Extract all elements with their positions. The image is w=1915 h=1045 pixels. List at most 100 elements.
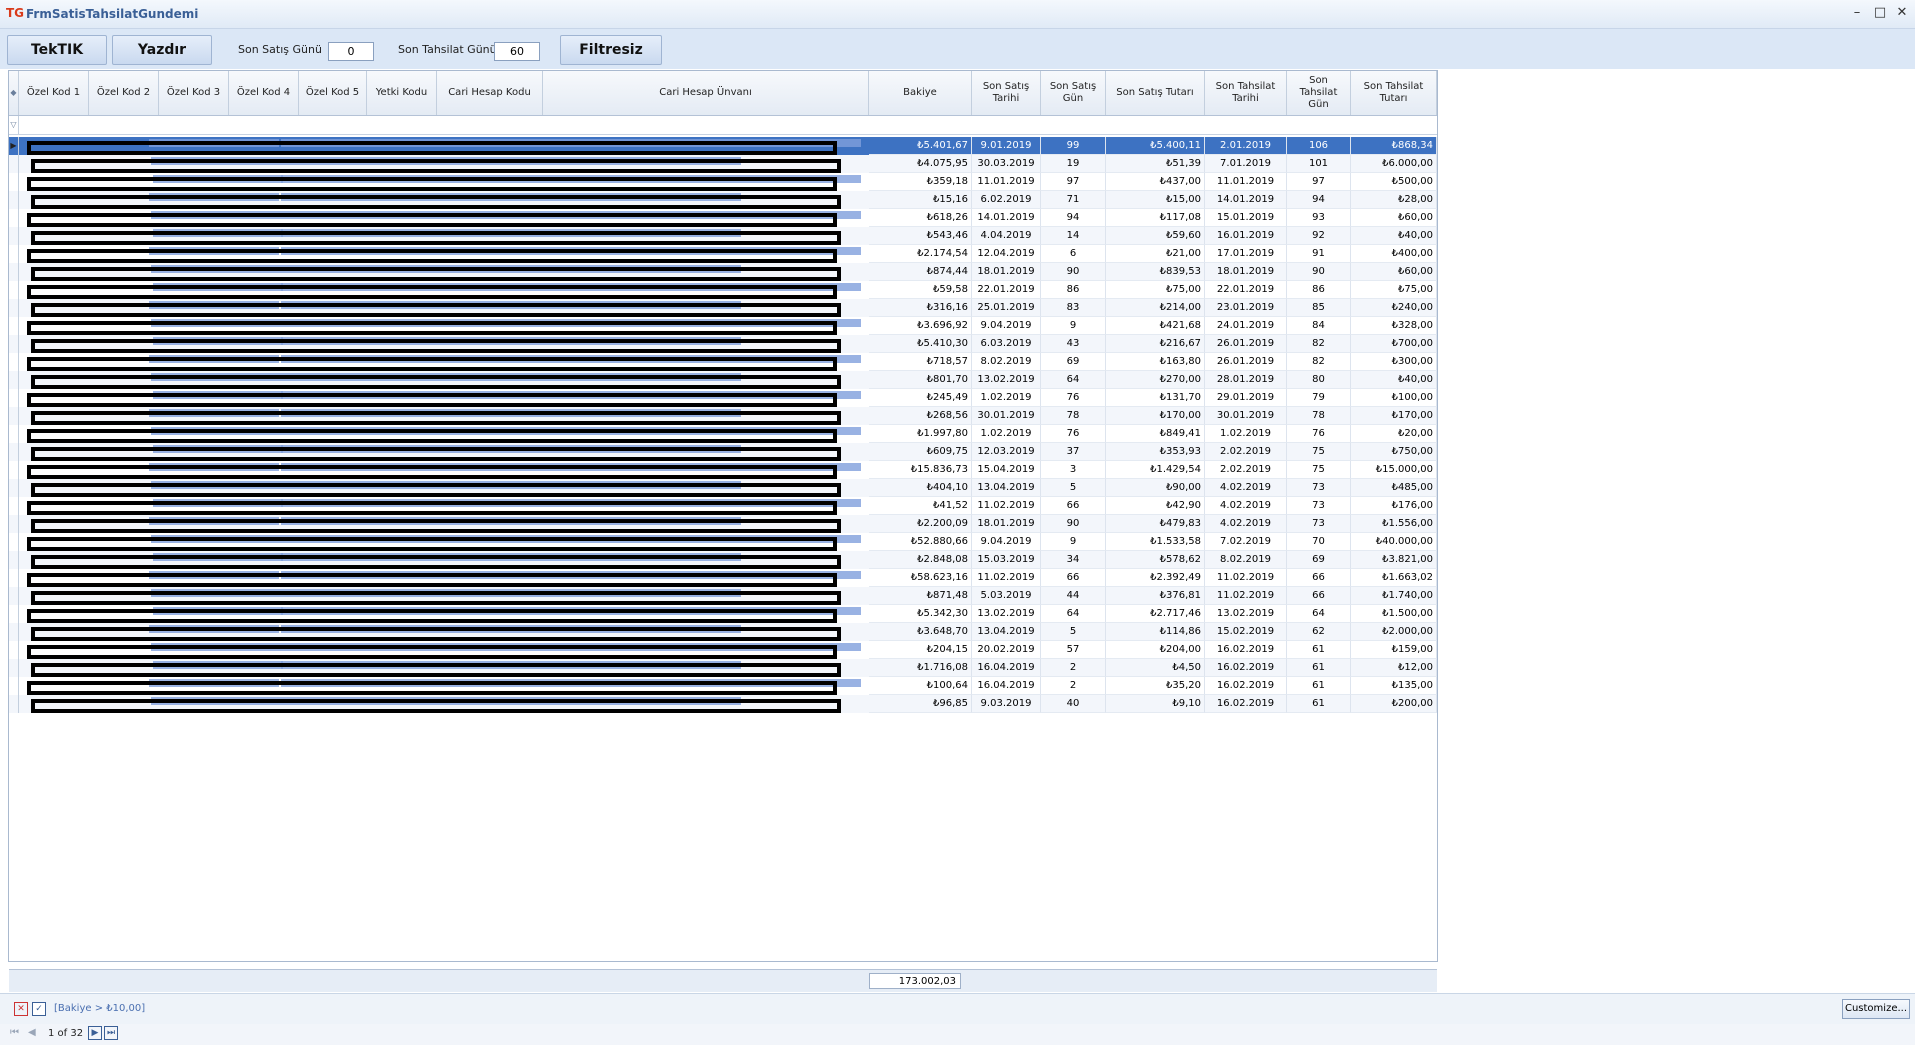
cell-son-satis-gun[interactable]: 5 — [1041, 623, 1106, 641]
cell-son-tahsilat-gun[interactable]: 73 — [1287, 479, 1351, 497]
cell-son-satis-gun[interactable]: 86 — [1041, 281, 1106, 299]
cell-bakiye[interactable]: ₺2.848,08 — [869, 551, 972, 569]
cell-son-tahsilat-tutari[interactable]: ₺159,00 — [1351, 641, 1437, 659]
row-indicator[interactable]: ▶ — [9, 137, 19, 155]
cell-son-satis-tutari[interactable]: ₺214,00 — [1106, 299, 1205, 317]
cell-son-satis-gun[interactable]: 99 — [1041, 137, 1106, 155]
cell-son-tahsilat-tarihi[interactable]: 2.02.2019 — [1205, 461, 1287, 479]
cell-son-satis-gun[interactable]: 40 — [1041, 695, 1106, 713]
cell-son-satis-gun[interactable]: 64 — [1041, 605, 1106, 623]
cell-bakiye[interactable]: ₺359,18 — [869, 173, 972, 191]
filter-icon[interactable]: ▽ — [9, 116, 19, 134]
table-row[interactable]: ₺618,26 14.01.2019 94 ₺117,08 15.01.2019 93 ₺6… — [9, 209, 1437, 227]
row-indicator[interactable] — [9, 263, 19, 281]
cell-son-tahsilat-tutari[interactable]: ₺328,00 — [1351, 317, 1437, 335]
cell-son-tahsilat-tutari[interactable]: ₺12,00 — [1351, 659, 1437, 677]
cell-son-satis-tutari[interactable]: ₺9,10 — [1106, 695, 1205, 713]
next-page-icon[interactable]: ▶ — [88, 1026, 102, 1040]
table-row[interactable]: ₺404,10 13.04.2019 5 ₺90,00 4.02.2019 73 ₺485,… — [9, 479, 1437, 497]
cell-bakiye[interactable]: ₺316,16 — [869, 299, 972, 317]
cell-son-tahsilat-tutari[interactable]: ₺40.000,00 — [1351, 533, 1437, 551]
cell-son-tahsilat-gun[interactable]: 61 — [1287, 677, 1351, 695]
cell-bakiye[interactable]: ₺618,26 — [869, 209, 972, 227]
cell-son-satis-gun[interactable]: 97 — [1041, 173, 1106, 191]
cell-son-tahsilat-gun[interactable]: 73 — [1287, 497, 1351, 515]
cell-son-tahsilat-gun[interactable]: 84 — [1287, 317, 1351, 335]
cell-son-satis-tarihi[interactable]: 13.04.2019 — [972, 623, 1041, 641]
cell-son-tahsilat-tarihi[interactable]: 13.02.2019 — [1205, 605, 1287, 623]
maximize-icon[interactable]: □ — [1870, 5, 1890, 21]
cell-bakiye[interactable]: ₺59,58 — [869, 281, 972, 299]
cell-son-tahsilat-gun[interactable]: 79 — [1287, 389, 1351, 407]
col-son-satis-tarihi[interactable]: Son Satış Tarihi — [972, 71, 1041, 115]
cell-son-satis-tarihi[interactable]: 6.02.2019 — [972, 191, 1041, 209]
cell-son-tahsilat-tutari[interactable]: ₺1.663,02 — [1351, 569, 1437, 587]
last-page-icon[interactable]: ⏭ — [104, 1026, 118, 1040]
cell-son-satis-tarihi[interactable]: 9.01.2019 — [972, 137, 1041, 155]
cell-bakiye[interactable]: ₺871,48 — [869, 587, 972, 605]
cell-bakiye[interactable]: ₺204,15 — [869, 641, 972, 659]
customize-button[interactable]: Customize... — [1842, 999, 1910, 1019]
cell-son-satis-tarihi[interactable]: 11.02.2019 — [972, 569, 1041, 587]
cell-son-satis-tutari[interactable]: ₺2.717,46 — [1106, 605, 1205, 623]
cell-son-satis-tutari[interactable]: ₺421,68 — [1106, 317, 1205, 335]
minimize-icon[interactable]: – — [1847, 5, 1867, 21]
cell-bakiye[interactable]: ₺2.200,09 — [869, 515, 972, 533]
cell-son-satis-tutari[interactable]: ₺376,81 — [1106, 587, 1205, 605]
row-indicator[interactable] — [9, 299, 19, 317]
row-indicator[interactable] — [9, 479, 19, 497]
row-indicator[interactable] — [9, 533, 19, 551]
cell-son-tahsilat-tarihi[interactable]: 16.02.2019 — [1205, 659, 1287, 677]
cell-son-tahsilat-tarihi[interactable]: 11.02.2019 — [1205, 569, 1287, 587]
cell-son-satis-tarihi[interactable]: 11.02.2019 — [972, 497, 1041, 515]
cell-bakiye[interactable]: ₺245,49 — [869, 389, 972, 407]
cell-son-tahsilat-tarihi[interactable]: 4.02.2019 — [1205, 515, 1287, 533]
cell-son-satis-gun[interactable]: 9 — [1041, 533, 1106, 551]
cell-son-satis-gun[interactable]: 5 — [1041, 479, 1106, 497]
cell-son-tahsilat-gun[interactable]: 73 — [1287, 515, 1351, 533]
cell-son-tahsilat-gun[interactable]: 61 — [1287, 641, 1351, 659]
cell-son-tahsilat-gun[interactable]: 101 — [1287, 155, 1351, 173]
cell-bakiye[interactable]: ₺4.075,95 — [869, 155, 972, 173]
auto-filter-row[interactable]: ▽ — [9, 116, 1437, 135]
row-indicator[interactable] — [9, 623, 19, 641]
table-row[interactable]: ₺5.410,30 6.03.2019 43 ₺216,67 26.01.2019 82 ₺… — [9, 335, 1437, 353]
cell-son-tahsilat-tutari[interactable]: ₺485,00 — [1351, 479, 1437, 497]
cell-son-satis-tarihi[interactable]: 1.02.2019 — [972, 389, 1041, 407]
row-indicator[interactable] — [9, 425, 19, 443]
col-son-tahsilat-tarihi[interactable]: Son Tahsilat Tarihi — [1205, 71, 1287, 115]
table-row[interactable]: ₺359,18 11.01.2019 97 ₺437,00 11.01.2019 97 ₺5… — [9, 173, 1437, 191]
cell-son-satis-tarihi[interactable]: 13.02.2019 — [972, 605, 1041, 623]
cell-bakiye[interactable]: ₺543,46 — [869, 227, 972, 245]
row-indicator[interactable] — [9, 281, 19, 299]
cell-son-tahsilat-gun[interactable]: 82 — [1287, 335, 1351, 353]
row-indicator[interactable] — [9, 191, 19, 209]
row-indicator[interactable] — [9, 605, 19, 623]
cell-son-tahsilat-tarihi[interactable]: 7.02.2019 — [1205, 533, 1287, 551]
table-row[interactable]: ₺874,44 18.01.2019 90 ₺839,53 18.01.2019 90 ₺6… — [9, 263, 1437, 281]
table-row[interactable]: ₺801,70 13.02.2019 64 ₺270,00 28.01.2019 80 ₺4… — [9, 371, 1437, 389]
cell-son-satis-tutari[interactable]: ₺353,93 — [1106, 443, 1205, 461]
cell-son-satis-tarihi[interactable]: 20.02.2019 — [972, 641, 1041, 659]
table-row[interactable]: ₺2.200,09 18.01.2019 90 ₺479,83 4.02.2019 73 ₺… — [9, 515, 1437, 533]
cell-bakiye[interactable]: ₺801,70 — [869, 371, 972, 389]
cell-son-tahsilat-tutari[interactable]: ₺135,00 — [1351, 677, 1437, 695]
table-row[interactable]: ₺5.342,30 13.02.2019 64 ₺2.717,46 13.02.2019… — [9, 605, 1437, 623]
cell-son-tahsilat-gun[interactable]: 75 — [1287, 443, 1351, 461]
cell-son-tahsilat-tarihi[interactable]: 30.01.2019 — [1205, 407, 1287, 425]
cell-son-tahsilat-tarihi[interactable]: 15.01.2019 — [1205, 209, 1287, 227]
filter-enabled-checkbox[interactable]: ✓ — [32, 1002, 46, 1016]
cell-son-tahsilat-tarihi[interactable]: 2.01.2019 — [1205, 137, 1287, 155]
cell-son-satis-tarihi[interactable]: 4.04.2019 — [972, 227, 1041, 245]
cell-son-tahsilat-tarihi[interactable]: 8.02.2019 — [1205, 551, 1287, 569]
table-row[interactable]: ₺96,85 9.03.2019 40 ₺9,10 16.02.2019 61 ₺200,0… — [9, 695, 1437, 713]
cell-son-satis-tarihi[interactable]: 1.02.2019 — [972, 425, 1041, 443]
row-indicator[interactable] — [9, 695, 19, 713]
cell-bakiye[interactable]: ₺3.648,70 — [869, 623, 972, 641]
cell-son-satis-tarihi[interactable]: 25.01.2019 — [972, 299, 1041, 317]
cell-son-tahsilat-tutari[interactable]: ₺1.500,00 — [1351, 605, 1437, 623]
cell-bakiye[interactable]: ₺5.410,30 — [869, 335, 972, 353]
cell-son-satis-gun[interactable]: 94 — [1041, 209, 1106, 227]
cell-bakiye[interactable]: ₺100,64 — [869, 677, 972, 695]
col-son-satis-tutari[interactable]: Son Satış Tutarı — [1106, 71, 1205, 115]
